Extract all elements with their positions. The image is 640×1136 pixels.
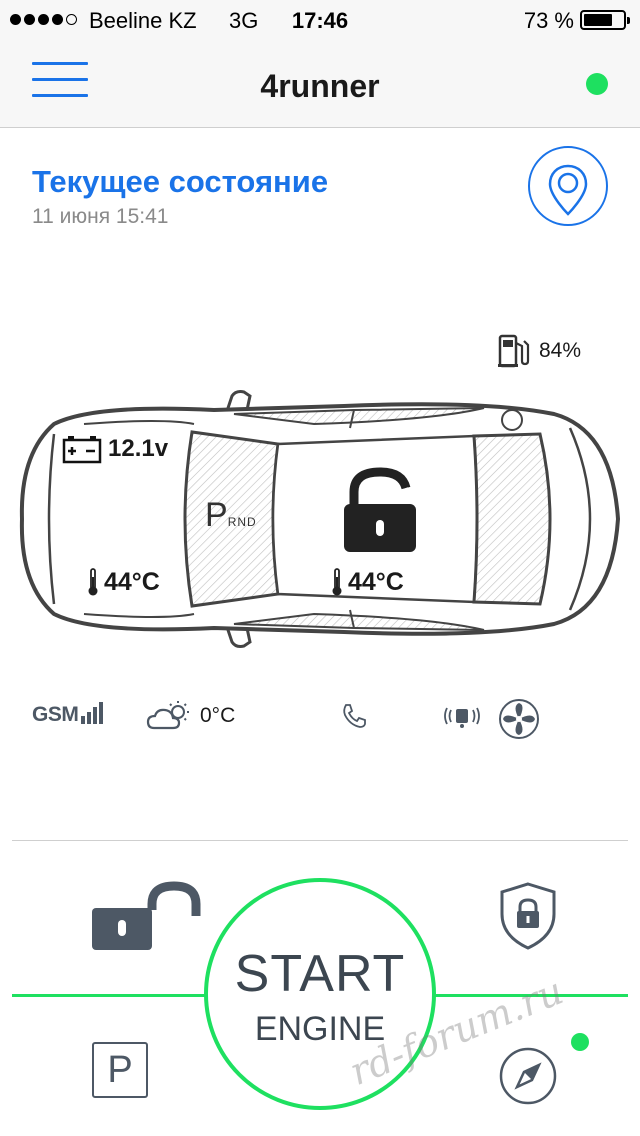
gear-selected: P xyxy=(205,496,228,534)
gsm-signal: GSM xyxy=(32,702,104,727)
nav-bar: 4runner xyxy=(0,40,640,128)
battery-voltage-value: 12.1v xyxy=(108,435,169,462)
sensor-row: GSM 0°C xyxy=(0,698,640,739)
page-title: Текущее состояние xyxy=(32,164,329,199)
parking-button[interactable]: P xyxy=(92,1042,148,1098)
thermometer-icon xyxy=(332,568,342,596)
gear-indicator: PRND xyxy=(205,496,257,535)
fuel-percent: 84% xyxy=(539,339,582,362)
vibration-sensor-icon xyxy=(444,707,480,728)
battery-icon xyxy=(580,10,630,30)
fan-icon xyxy=(499,699,539,739)
shield-lock-icon[interactable] xyxy=(498,880,558,952)
parking-label: P xyxy=(107,1049,133,1091)
phone-icon xyxy=(343,704,366,728)
unlocked-padlock-icon xyxy=(344,467,416,552)
battery-percent: 73 % xyxy=(523,8,574,33)
gsm-label: GSM xyxy=(32,703,79,726)
partly-cloudy-icon xyxy=(146,701,189,730)
outside-temp-value: 0°C xyxy=(200,704,236,727)
section-divider xyxy=(12,840,628,841)
status-timestamp: 11 июня 15:41 xyxy=(32,205,169,228)
car-top-view xyxy=(19,390,621,648)
cabin-temperature: 44°C xyxy=(330,567,404,597)
gps-status-indicator xyxy=(571,1033,589,1051)
thermometer-icon xyxy=(88,568,98,596)
compass-icon[interactable] xyxy=(498,1046,558,1106)
vehicle-name: 4runner xyxy=(260,68,380,104)
engine-temp-value: 44°C xyxy=(104,567,160,596)
status-bar: Beeline KZ 3G 17:46 73 % xyxy=(0,0,640,40)
outside-weather: 0°C xyxy=(146,700,235,732)
fuel-level: 84% xyxy=(497,333,581,369)
car-battery-voltage: 12.1v xyxy=(62,434,168,464)
location-button[interactable] xyxy=(528,146,608,226)
engine-temperature: 44°C xyxy=(86,567,160,597)
fuel-pump-icon xyxy=(498,334,530,368)
cabin-temp-value: 44°C xyxy=(348,567,404,596)
unlock-button[interactable] xyxy=(90,880,206,952)
gsm-bars-icon xyxy=(81,702,104,724)
car-battery-icon xyxy=(62,436,102,464)
start-label: START xyxy=(234,945,406,1003)
map-pin-icon xyxy=(548,164,588,216)
online-status-indicator xyxy=(586,73,608,95)
gear-options: RND xyxy=(227,515,257,529)
